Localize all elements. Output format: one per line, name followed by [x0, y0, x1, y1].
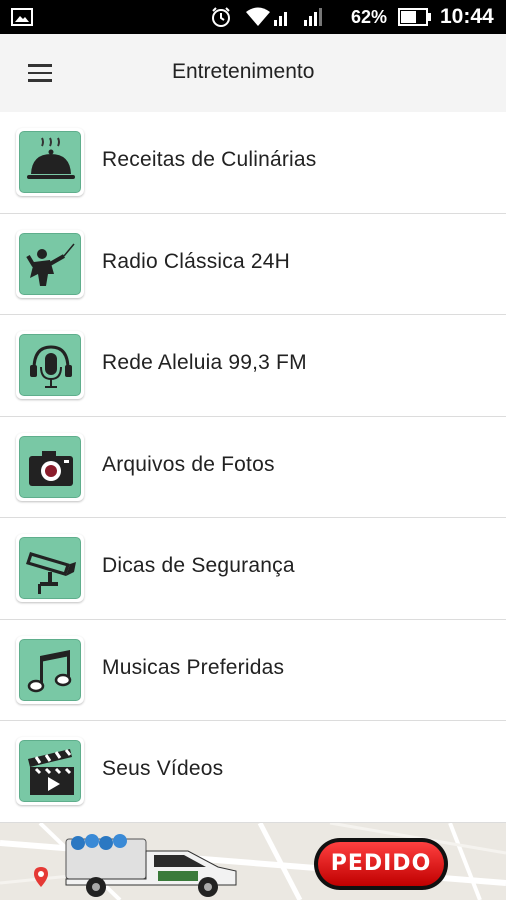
clock: 10:44 — [440, 5, 494, 28]
list-item-security-tips[interactable]: Dicas de Segurança — [0, 518, 506, 620]
delivery-truck-image — [65, 834, 237, 897]
music-note-icon — [16, 635, 84, 704]
microphone-headphones-icon — [16, 331, 84, 399]
list-item-label: Receitas de Culinárias — [102, 148, 317, 171]
map-pin-icon — [34, 867, 48, 887]
gallery-icon — [11, 8, 33, 26]
alarm-icon — [212, 7, 230, 27]
list-item-rede-aleluia[interactable]: Rede Aleluia 99,3 FM — [0, 315, 506, 417]
order-button[interactable]: PEDIDO — [314, 838, 448, 890]
security-camera-icon — [16, 534, 84, 602]
menu-list: Receitas de Culinárias Radio Clássica 24… — [0, 112, 506, 823]
list-item-label: Dicas de Segurança — [102, 554, 295, 577]
list-item-favorite-music[interactable]: Musicas Preferidas — [0, 619, 506, 721]
signal-icon — [304, 8, 322, 26]
list-item-classical-radio[interactable]: Radio Clássica 24H — [0, 213, 506, 315]
list-item-recipes[interactable]: Receitas de Culinárias — [0, 112, 506, 214]
page-title: Entretenimento — [172, 60, 315, 83]
camera-icon — [16, 432, 84, 501]
order-button-label: PEDIDO — [318, 842, 444, 886]
battery-percent: 62% — [351, 7, 388, 27]
list-item-label: Arquivos de Fotos — [102, 452, 275, 476]
cloche-icon — [16, 128, 84, 196]
ad-banner[interactable]: PEDIDO — [0, 823, 506, 900]
menu-icon[interactable] — [28, 64, 52, 82]
status-bar: 62% 10:44 — [0, 0, 506, 34]
wifi-icon — [246, 7, 287, 26]
app-bar: Entretenimento — [0, 34, 506, 112]
clapperboard-icon — [16, 737, 84, 805]
battery-icon — [398, 8, 431, 26]
list-item-label: Musicas Preferidas — [102, 655, 285, 679]
list-item-label: Seus Vídeos — [102, 757, 224, 780]
conductor-icon — [16, 229, 84, 298]
list-item-photos[interactable]: Arquivos de Fotos — [0, 416, 506, 518]
list-item-your-videos[interactable]: Seus Vídeos — [0, 721, 506, 823]
list-item-label: Radio Clássica 24H — [102, 249, 291, 273]
list-item-label: Rede Aleluia 99,3 FM — [102, 351, 307, 374]
